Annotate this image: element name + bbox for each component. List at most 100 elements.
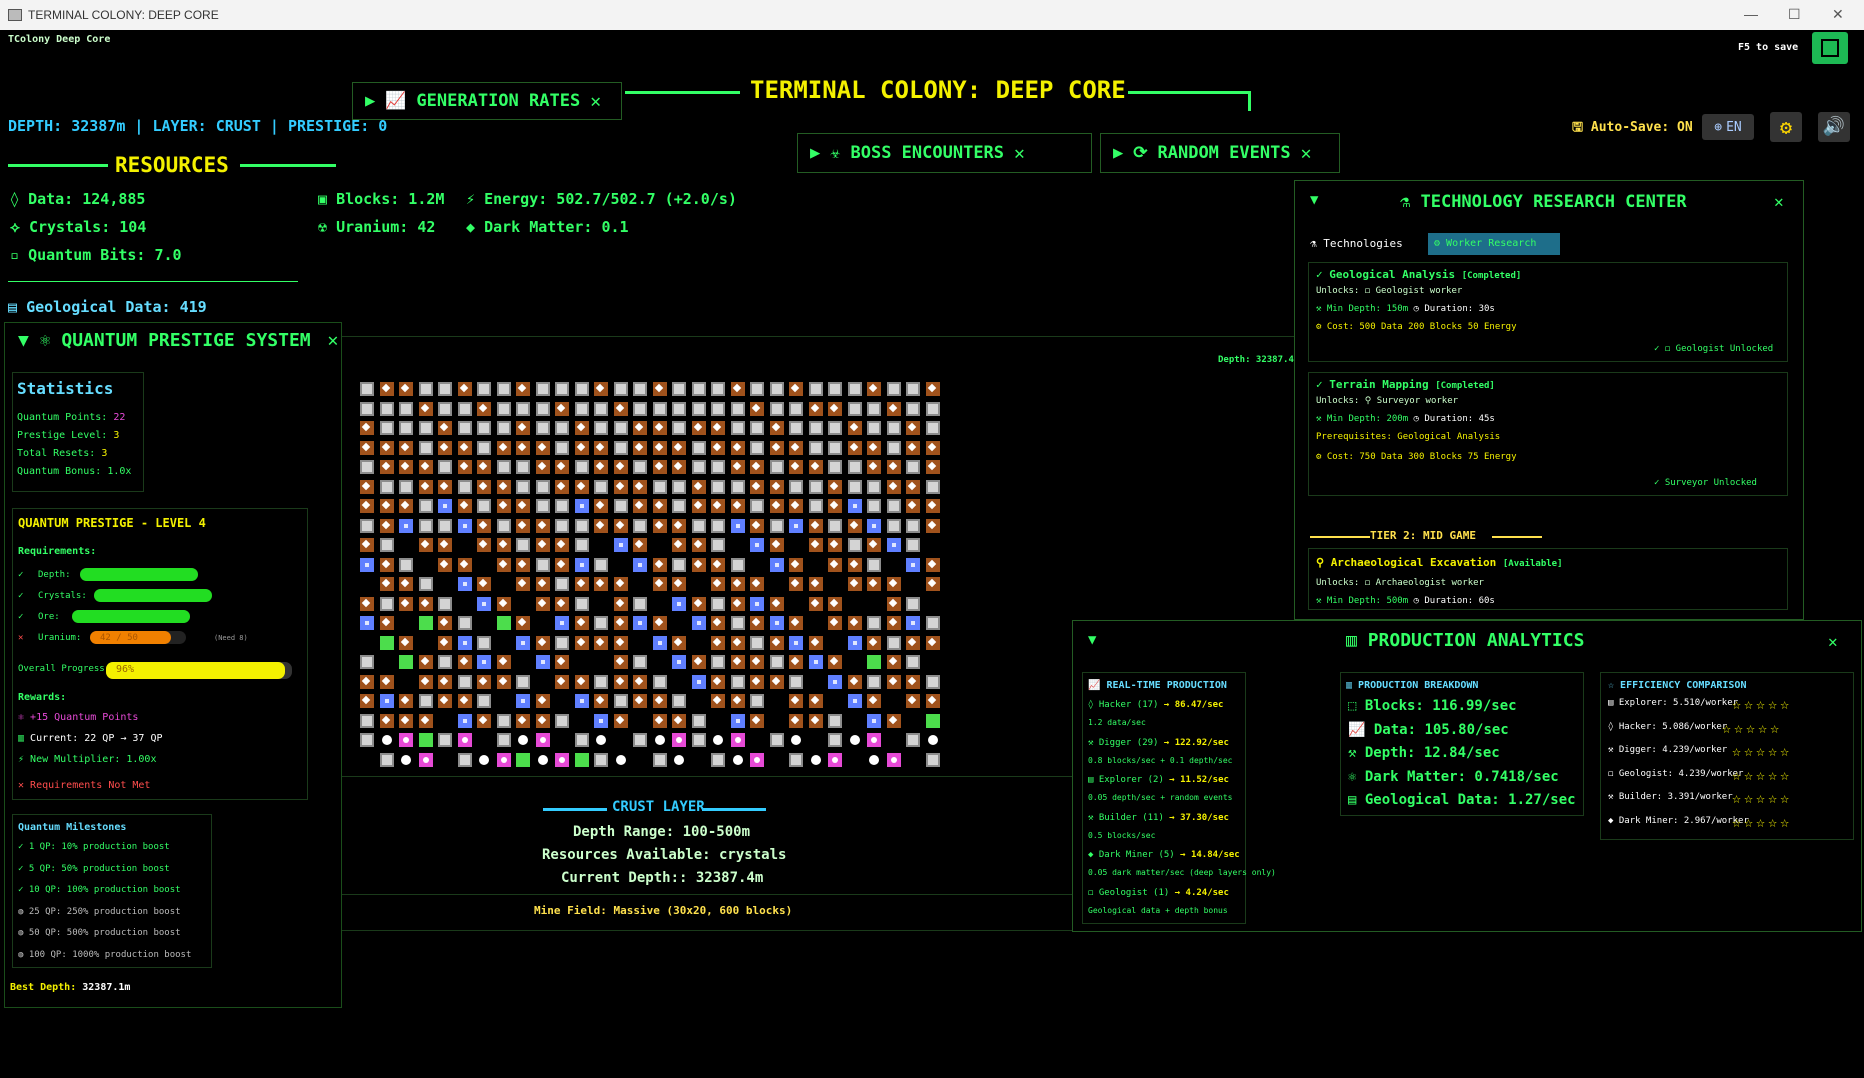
mine-block[interactable]	[477, 655, 491, 669]
mine-block[interactable]	[438, 616, 452, 630]
mine-block[interactable]	[867, 518, 881, 533]
mine-block[interactable]	[438, 499, 452, 513]
mine-block[interactable]	[730, 655, 745, 669]
mine-block[interactable]	[379, 518, 394, 533]
mine-block[interactable]	[691, 440, 706, 455]
mine-block[interactable]	[457, 577, 472, 591]
mine-block[interactable]	[711, 694, 725, 708]
mine-block[interactable]	[808, 752, 823, 767]
mine-block[interactable]	[808, 655, 823, 669]
mine-block[interactable]	[730, 674, 745, 689]
mine-block[interactable]	[886, 518, 901, 533]
mine-block[interactable]	[847, 518, 862, 533]
mine-block[interactable]	[867, 499, 881, 513]
mine-block[interactable]	[847, 499, 862, 513]
mine-block[interactable]	[886, 499, 901, 513]
mine-block[interactable]	[789, 440, 803, 455]
mine-block[interactable]	[828, 440, 842, 455]
mine-block[interactable]	[633, 694, 647, 708]
mine-block[interactable]	[808, 382, 823, 396]
mine-block[interactable]	[925, 577, 940, 591]
mine-block[interactable]	[496, 499, 511, 513]
mine-block[interactable]	[477, 635, 491, 650]
mine-block[interactable]	[730, 401, 745, 416]
mine-block[interactable]	[808, 694, 823, 708]
mine-block[interactable]	[808, 499, 823, 513]
mine-block[interactable]	[613, 479, 628, 494]
mine-block[interactable]	[594, 518, 608, 533]
mine-block[interactable]	[613, 382, 628, 396]
mine-block[interactable]	[886, 635, 901, 650]
mine-block[interactable]	[438, 401, 452, 416]
mine-block[interactable]	[379, 733, 394, 747]
mine-block[interactable]	[379, 713, 394, 728]
mine-block[interactable]	[906, 694, 920, 708]
autosave-toggle[interactable]: 🖫 Auto-Save: ON	[1572, 118, 1693, 140]
mine-block[interactable]	[906, 421, 920, 435]
mine-block[interactable]	[516, 479, 530, 494]
mine-block[interactable]	[613, 674, 628, 689]
mine-block[interactable]	[438, 421, 452, 435]
mine-block[interactable]	[535, 635, 550, 650]
mine-block[interactable]	[516, 713, 530, 728]
mine-block[interactable]	[652, 694, 667, 708]
mine-block[interactable]	[399, 401, 413, 416]
mine-block[interactable]	[418, 655, 433, 669]
mine-block[interactable]	[730, 382, 745, 396]
mine-block[interactable]	[867, 655, 881, 669]
mine-block[interactable]	[418, 499, 433, 513]
mine-block[interactable]	[477, 401, 491, 416]
mine-block[interactable]	[516, 752, 530, 767]
mine-block[interactable]	[477, 382, 491, 396]
mine-block[interactable]	[535, 518, 550, 533]
collapse-arrow-icon[interactable]: ▼	[1088, 632, 1096, 648]
mine-block[interactable]	[730, 479, 745, 494]
mine-block[interactable]	[399, 421, 413, 435]
mine-block[interactable]	[438, 460, 452, 474]
mine-block[interactable]	[867, 421, 881, 435]
mine-block[interactable]	[906, 596, 920, 611]
mine-block[interactable]	[730, 713, 745, 728]
mine-block[interactable]	[808, 577, 823, 591]
mine-block[interactable]	[750, 440, 764, 455]
mine-block[interactable]	[906, 538, 920, 552]
collapse-arrow-icon[interactable]: ▼	[18, 330, 40, 351]
mine-block[interactable]	[399, 694, 413, 708]
mine-block[interactable]	[594, 460, 608, 474]
mine-block[interactable]	[555, 674, 569, 689]
close-icon[interactable]: ✕	[327, 330, 338, 351]
mine-block[interactable]	[925, 635, 940, 650]
mine-block[interactable]	[691, 538, 706, 552]
mine-block[interactable]	[652, 635, 667, 650]
mine-block[interactable]	[652, 382, 667, 396]
mine-block[interactable]	[360, 616, 374, 630]
mine-block[interactable]	[906, 674, 920, 689]
mine-block[interactable]	[613, 499, 628, 513]
mine-block[interactable]	[867, 382, 881, 396]
mine-block[interactable]	[847, 440, 862, 455]
mine-block[interactable]	[691, 655, 706, 669]
mine-block[interactable]	[730, 596, 745, 611]
mine-block[interactable]	[750, 713, 764, 728]
mine-block[interactable]	[555, 538, 569, 552]
mine-block[interactable]	[477, 577, 491, 591]
mine-block[interactable]	[457, 382, 472, 396]
tab-boss-encounters[interactable]: ▶ ☣ BOSS ENCOUNTERS ✕	[797, 133, 1092, 173]
mine-grid[interactable]	[360, 382, 950, 772]
mine-block[interactable]	[711, 479, 725, 494]
mine-block[interactable]	[672, 752, 686, 767]
mine-block[interactable]	[886, 674, 901, 689]
mine-block[interactable]	[672, 440, 686, 455]
mine-block[interactable]	[808, 479, 823, 494]
mine-block[interactable]	[730, 635, 745, 650]
mine-block[interactable]	[574, 674, 589, 689]
mine-block[interactable]	[555, 460, 569, 474]
mine-block[interactable]	[594, 616, 608, 630]
mine-block[interactable]	[399, 518, 413, 533]
mine-block[interactable]	[555, 479, 569, 494]
maximize-icon[interactable]: ☐	[1788, 6, 1801, 23]
mine-block[interactable]	[769, 635, 784, 650]
mine-block[interactable]	[555, 596, 569, 611]
mine-block[interactable]	[789, 460, 803, 474]
mine-block[interactable]	[711, 499, 725, 513]
